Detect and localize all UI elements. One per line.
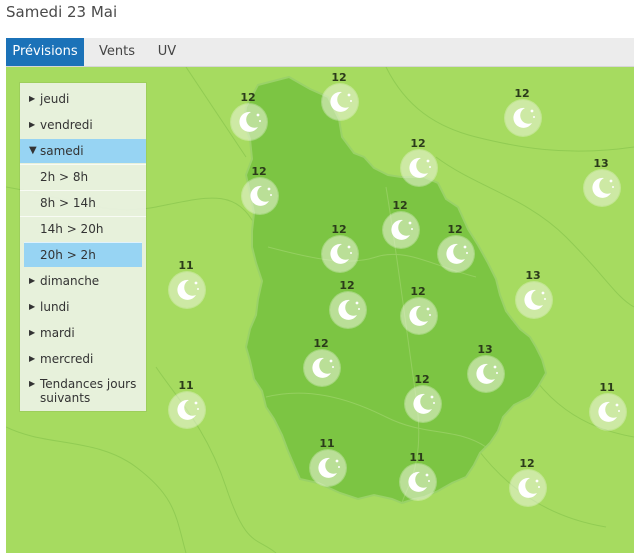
- weather-marker[interactable]: 12: [397, 285, 439, 337]
- temperature-label: 11: [319, 437, 335, 450]
- day-item-lundi[interactable]: ▶ lundi: [20, 295, 146, 319]
- weather-marker[interactable]: 12: [326, 279, 368, 331]
- day-label: mercredi: [40, 352, 94, 366]
- moon-stars-icon: [330, 243, 352, 264]
- period-item-20h-2h[interactable]: 20h > 2h: [24, 242, 142, 267]
- weather-marker[interactable]: 11: [586, 381, 628, 433]
- page-title: Samedi 23 Mai: [6, 3, 118, 21]
- moon-stars-icon: [250, 185, 272, 206]
- weather-marker[interactable]: 11: [306, 437, 348, 489]
- day-item-mardi[interactable]: ▶ mardi: [20, 321, 146, 345]
- weather-marker[interactable]: 12: [434, 223, 476, 275]
- temperature-label: 13: [525, 269, 541, 282]
- temperature-label: 12: [251, 165, 267, 178]
- triangle-right-icon: ▶: [29, 120, 36, 129]
- moon-stars-icon: [524, 289, 546, 310]
- day-item-samedi[interactable]: ▼ samedi: [20, 139, 146, 163]
- temperature-label: 11: [599, 381, 615, 394]
- weather-marker[interactable]: 11: [396, 451, 438, 503]
- moon-stars-icon: [598, 401, 620, 422]
- moon-stars-icon: [476, 363, 498, 384]
- temperature-label: 12: [331, 223, 347, 236]
- triangle-right-icon: ▶: [29, 94, 36, 103]
- weather-marker[interactable]: 11: [165, 259, 207, 311]
- temperature-label: 13: [477, 343, 493, 356]
- weather-marker[interactable]: 13: [512, 269, 554, 321]
- temperature-label: 12: [410, 285, 426, 298]
- moon-stars-icon: [518, 477, 540, 498]
- triangle-right-icon: ▶: [29, 276, 36, 285]
- day-item-mercredi[interactable]: ▶ mercredi: [20, 347, 146, 371]
- moon-stars-icon: [177, 399, 199, 420]
- moon-stars-icon: [239, 111, 261, 132]
- temperature-label: 12: [392, 199, 408, 212]
- tab-uv[interactable]: UV: [148, 38, 186, 66]
- weather-marker[interactable]: 12: [506, 457, 548, 509]
- weather-marker[interactable]: 12: [238, 165, 280, 217]
- day-item-jeudi[interactable]: ▶ jeudi: [20, 87, 146, 111]
- day-item-dimanche[interactable]: ▶ dimanche: [20, 269, 146, 293]
- moon-stars-icon: [592, 177, 614, 198]
- temperature-label: 11: [178, 259, 194, 272]
- moon-stars-icon: [318, 457, 340, 478]
- moon-stars-icon: [409, 157, 431, 178]
- weather-map: 12 12 12 12 13 12 12 12 12 11 13 12 12 12 13 12 11 11 11 11…: [6, 67, 634, 553]
- day-label: vendredi: [40, 118, 93, 132]
- tab-bar: Prévisions Vents UV: [6, 38, 634, 67]
- weather-marker[interactable]: 12: [318, 223, 360, 275]
- day-label: jeudi: [40, 92, 70, 106]
- moon-stars-icon: [413, 393, 435, 414]
- moon-stars-icon: [446, 243, 468, 264]
- moon-stars-icon: [338, 299, 360, 320]
- moon-stars-icon: [513, 107, 535, 128]
- tab-previsions[interactable]: Prévisions: [6, 38, 84, 66]
- day-item-tendances[interactable]: ▶ Tendances jours suivants: [20, 373, 146, 409]
- temperature-label: 11: [409, 451, 425, 464]
- day-label: mardi: [40, 326, 75, 340]
- weather-marker[interactable]: 12: [318, 71, 360, 123]
- day-item-vendredi[interactable]: ▶ vendredi: [20, 113, 146, 137]
- day-label: samedi: [40, 144, 84, 158]
- triangle-right-icon: ▶: [29, 328, 36, 337]
- triangle-right-icon: ▶: [29, 302, 36, 311]
- day-label: dimanche: [40, 274, 100, 288]
- temperature-label: 12: [414, 373, 430, 386]
- weather-marker[interactable]: 12: [300, 337, 342, 389]
- weather-marker[interactable]: 11: [165, 379, 207, 431]
- temperature-label: 12: [447, 223, 463, 236]
- moon-stars-icon: [312, 357, 334, 378]
- temperature-label: 11: [178, 379, 194, 392]
- moon-stars-icon: [408, 471, 430, 492]
- period-item-14h-20h[interactable]: 14h > 20h: [20, 216, 146, 241]
- temperature-label: 12: [339, 279, 355, 292]
- moon-stars-icon: [391, 219, 413, 240]
- temperature-label: 12: [410, 137, 426, 150]
- weather-marker[interactable]: 12: [227, 91, 269, 143]
- temperature-label: 12: [331, 71, 347, 84]
- weather-marker[interactable]: 12: [379, 199, 421, 251]
- day-label: lundi: [40, 300, 70, 314]
- weather-marker[interactable]: 12: [397, 137, 439, 189]
- temperature-label: 12: [313, 337, 329, 350]
- weather-marker[interactable]: 13: [464, 343, 506, 395]
- weather-marker[interactable]: 12: [501, 87, 543, 139]
- tab-vents[interactable]: Vents: [88, 38, 146, 66]
- day-label: Tendances jours suivants: [40, 377, 137, 405]
- triangle-right-icon: ▶: [29, 354, 36, 363]
- temperature-label: 12: [514, 87, 530, 100]
- day-menu: ▶ jeudi ▶ vendredi ▼ samedi 2h > 8h 8h > 14…: [20, 83, 146, 411]
- triangle-right-icon: ▶: [29, 379, 36, 388]
- temperature-label: 12: [240, 91, 256, 104]
- period-item-2h-8h[interactable]: 2h > 8h: [20, 164, 146, 189]
- moon-stars-icon: [330, 91, 352, 112]
- triangle-down-icon: ▼: [29, 145, 37, 156]
- temperature-label: 13: [593, 157, 609, 170]
- moon-stars-icon: [409, 305, 431, 326]
- weather-marker[interactable]: 13: [580, 157, 622, 209]
- weather-marker[interactable]: 12: [401, 373, 443, 425]
- period-item-8h-14h[interactable]: 8h > 14h: [20, 190, 146, 215]
- temperature-label: 12: [519, 457, 535, 470]
- moon-stars-icon: [177, 279, 199, 300]
